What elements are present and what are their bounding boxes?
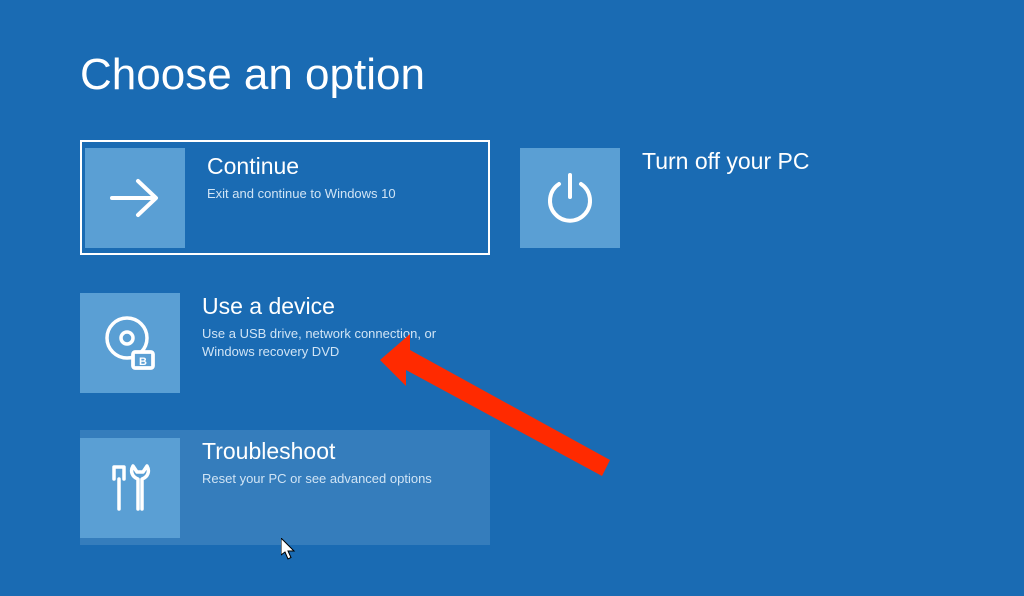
- continue-title: Continue: [207, 153, 396, 180]
- turnoff-title: Turn off your PC: [642, 148, 809, 175]
- tools-icon: [101, 459, 159, 517]
- disc-icon: B: [99, 312, 161, 374]
- device-tile-icon: B: [80, 293, 180, 393]
- turnoff-option[interactable]: Turn off your PC: [520, 140, 930, 255]
- arrow-right-icon: [104, 167, 166, 229]
- troubleshoot-text: Troubleshoot Reset your PC or see advanc…: [180, 430, 432, 545]
- continue-option[interactable]: Continue Exit and continue to Windows 10: [80, 140, 490, 255]
- device-title: Use a device: [202, 293, 472, 320]
- turnoff-tile-icon: [520, 148, 620, 248]
- page-title: Choose an option: [80, 50, 1024, 100]
- troubleshoot-option[interactable]: Troubleshoot Reset your PC or see advanc…: [80, 430, 490, 545]
- device-text: Use a device Use a USB drive, network co…: [180, 285, 472, 400]
- svg-text:B: B: [139, 356, 147, 368]
- continue-tile-icon: [85, 148, 185, 248]
- troubleshoot-tile-icon: [80, 438, 180, 538]
- troubleshoot-desc: Reset your PC or see advanced options: [202, 470, 432, 488]
- troubleshoot-title: Troubleshoot: [202, 438, 432, 465]
- continue-desc: Exit and continue to Windows 10: [207, 185, 396, 203]
- continue-text: Continue Exit and continue to Windows 10: [185, 145, 396, 250]
- power-icon: [541, 169, 599, 227]
- main-container: Choose an option Continue Exit and conti…: [0, 0, 1024, 545]
- options-grid: Continue Exit and continue to Windows 10…: [80, 140, 1000, 545]
- turnoff-text: Turn off your PC: [620, 140, 809, 255]
- device-desc: Use a USB drive, network connection, or …: [202, 325, 472, 361]
- use-device-option[interactable]: B Use a device Use a USB drive, network …: [80, 285, 490, 400]
